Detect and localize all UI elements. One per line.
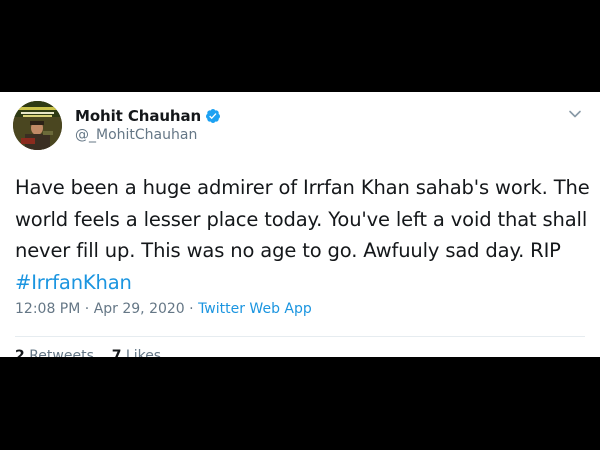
retweets-label: Retweets [29, 348, 94, 357]
retweets-count: 2 [15, 348, 25, 357]
divider [15, 336, 585, 337]
screenshot-frame: Mohit Chauhan @_MohitChauhan Have been a… [0, 0, 600, 450]
hashtag-link[interactable]: #IrrfanKhan [15, 271, 132, 294]
meta-separator: · [84, 301, 90, 317]
tweet-source-link[interactable]: Twitter Web App [198, 301, 312, 317]
avatar[interactable] [13, 101, 62, 150]
avatar-image [13, 101, 62, 150]
verified-badge-icon [205, 108, 221, 124]
author-handle[interactable]: @_MohitChauhan [75, 127, 197, 143]
retweets-stat[interactable]: 2 Retweets [15, 348, 94, 357]
tweet-body: Have been a huge admirer of Irrfan Khan … [15, 176, 590, 262]
tweet-date[interactable]: Apr 29, 2020 [94, 301, 185, 317]
tweet-time[interactable]: 12:08 PM [15, 301, 80, 317]
likes-stat[interactable]: 7 Likes [112, 348, 161, 357]
tweet-metadata: 12:08 PM · Apr 29, 2020 · Twitter Web Ap… [15, 301, 312, 317]
meta-separator-2: · [189, 301, 194, 317]
tweet-text: Have been a huge admirer of Irrfan Khan … [15, 172, 590, 298]
author-name-row[interactable]: Mohit Chauhan [75, 105, 221, 127]
author-display-name[interactable]: Mohit Chauhan [75, 107, 201, 125]
chevron-down-icon[interactable] [567, 106, 583, 122]
likes-label: Likes [125, 348, 162, 357]
tweet-card: Mohit Chauhan @_MohitChauhan Have been a… [0, 92, 600, 357]
tweet-stats: 2 Retweets 7 Likes [15, 348, 161, 357]
likes-count: 7 [111, 348, 122, 357]
